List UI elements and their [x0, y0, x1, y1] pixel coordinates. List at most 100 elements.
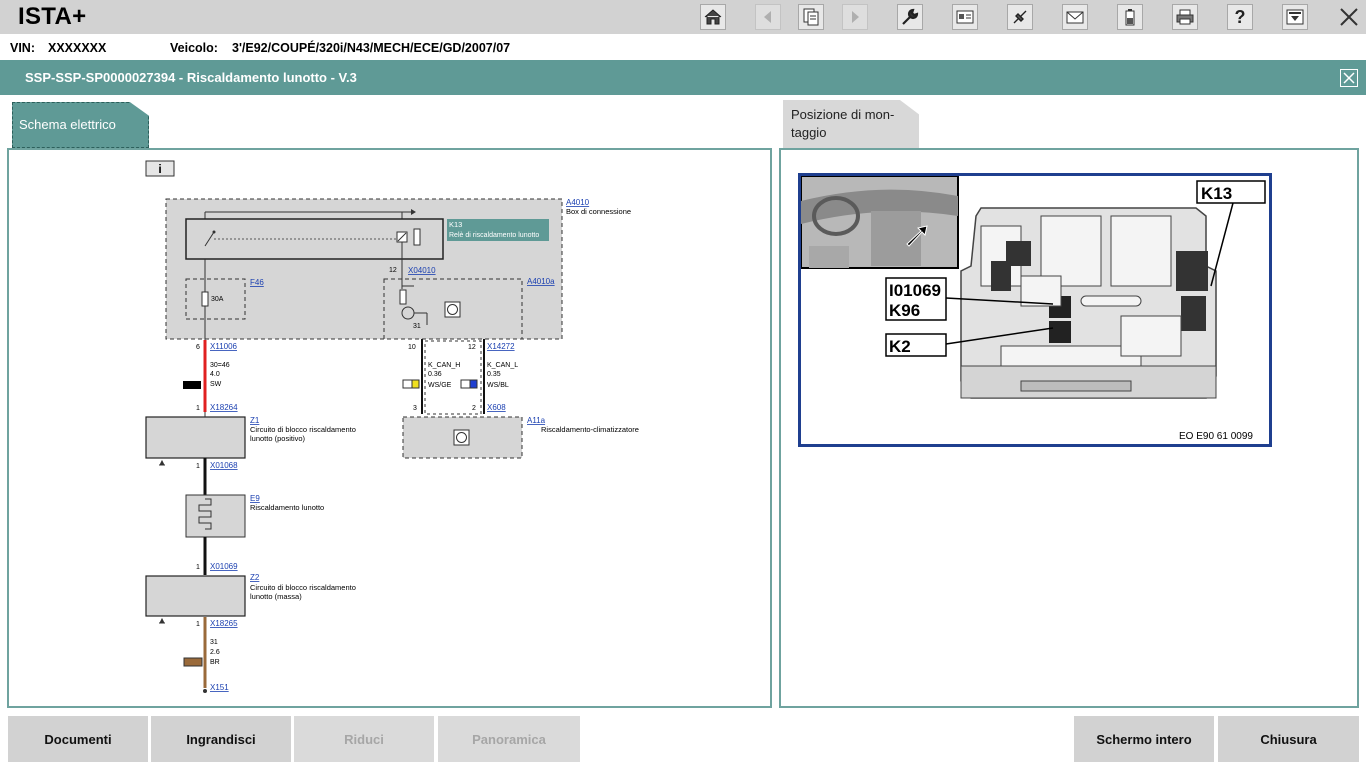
label-k13: K13 [1201, 184, 1232, 203]
close-document-button[interactable] [1340, 69, 1358, 87]
wiring-diagram: i A4010 Box di connessione K13 Relè di r… [145, 160, 639, 693]
e9-id-link[interactable]: E9 [250, 494, 260, 503]
info-button[interactable]: i [145, 160, 175, 177]
documents-button[interactable] [798, 4, 824, 30]
module-id-link[interactable]: A4010a [527, 277, 555, 286]
fuse-value: 30A [211, 296, 224, 303]
label-k2: K2 [889, 337, 911, 356]
forward-button[interactable] [842, 4, 868, 30]
messages-button[interactable] [1062, 4, 1088, 30]
help-icon: ? [1235, 7, 1246, 27]
download-icon [1286, 9, 1304, 25]
z1-line2: lunotto (positivo) [250, 434, 306, 443]
tab-installation-position-label: Posizione di mon-taggio [791, 107, 895, 140]
pin-6: 6 [196, 344, 200, 351]
can-l-color: WS/BL [487, 382, 509, 389]
wire-color-black [183, 381, 201, 389]
info-icon: i [158, 162, 161, 176]
zoom-out-button[interactable]: Riduci [294, 716, 434, 762]
wire1-line2: 4.0 [210, 371, 220, 378]
label-k96: K96 [889, 301, 920, 320]
fullscreen-button[interactable]: Schermo intero [1074, 716, 1214, 762]
z2-id-link[interactable]: Z2 [250, 573, 260, 582]
id-card-icon [956, 10, 974, 24]
print-button[interactable] [1172, 4, 1198, 30]
wire2-line3: BR [210, 659, 220, 666]
z1-box [145, 416, 246, 459]
connector-icon [1013, 10, 1027, 24]
can-h-color: WS/GE [428, 382, 452, 389]
climate-id-link[interactable]: A11a [527, 416, 546, 425]
ecu-icon [453, 429, 470, 446]
close-icon [1343, 72, 1355, 84]
service-button[interactable] [897, 4, 923, 30]
pin-12-top: 12 [389, 267, 397, 274]
documents-button[interactable]: Documenti [8, 716, 148, 762]
can-l-size: 0.35 [487, 371, 501, 378]
relay-name: Relè di riscaldamento lunotto [449, 232, 539, 239]
wire1-line1: 30=46 [210, 362, 230, 369]
z1-id-link[interactable]: Z1 [250, 416, 260, 425]
overview-button[interactable]: Panoramica [438, 716, 580, 762]
help-symbol: ? [1235, 7, 1246, 27]
can-l: K_CAN_L [487, 362, 518, 369]
tab-installation-position[interactable]: Posizione di mon-taggio [783, 100, 919, 148]
conn-x18265-link[interactable]: X18265 [210, 619, 238, 628]
battery-icon [1125, 9, 1135, 26]
pin-1-c: 1 [196, 564, 200, 571]
wire2-line2: 2.6 [210, 649, 220, 656]
can-h-size: 0.36 [428, 371, 442, 378]
close-app-button[interactable] [1336, 4, 1362, 30]
help-button[interactable]: ? [1227, 4, 1253, 30]
pin-1-b: 1 [196, 463, 200, 470]
conn-x14272-link[interactable]: X14272 [487, 342, 515, 351]
z1-line1: Circuito di blocco riscaldamento [250, 425, 356, 434]
wire1-line3: SW [210, 381, 222, 388]
battery-button[interactable] [1117, 4, 1143, 30]
wire2-line1: 31 [210, 639, 218, 646]
pin-2: 2 [472, 405, 476, 412]
conn-x18264-link[interactable]: X18264 [210, 403, 238, 412]
mail-icon [1066, 11, 1084, 24]
conn-x04010-link[interactable]: X04010 [408, 266, 436, 275]
ecu-icon [444, 301, 461, 318]
pin-12-b: 12 [468, 344, 476, 351]
conn-x01069-link[interactable]: X01069 [210, 562, 238, 571]
pin-31: 31 [413, 323, 421, 330]
z2-line1: Circuito di blocco riscaldamento [250, 583, 356, 592]
pin-3: 3 [413, 405, 417, 412]
rear-window-heater-box [185, 494, 246, 538]
can-h: K_CAN_H [428, 362, 460, 369]
z2-line2: lunotto (massa) [250, 592, 302, 601]
installation-position-image: K13 I01069 K96 K2 EO E90 61 0099 [800, 175, 1266, 442]
wire-color-brown [183, 657, 203, 667]
printer-icon [1176, 9, 1194, 25]
conn-x608-link[interactable]: X608 [487, 403, 506, 412]
box-id-link[interactable]: A4010 [566, 198, 590, 207]
close-icon [1340, 8, 1358, 26]
pin-1-a: 1 [196, 405, 200, 412]
connection-button[interactable] [1007, 4, 1033, 30]
fuse-box-drawing [960, 207, 1217, 399]
wrench-icon [902, 8, 919, 25]
relay-id[interactable]: K13 [449, 220, 462, 229]
zoom-in-button[interactable]: Ingrandisci [151, 716, 291, 762]
close-button[interactable]: Chiusura [1218, 716, 1359, 762]
label-i01069: I01069 [889, 281, 941, 300]
conn-x01068-link[interactable]: X01068 [210, 461, 238, 470]
figure-caption: EO E90 61 0099 [1179, 431, 1253, 442]
installation-position-figure: K13 I01069 K96 K2 EO E90 61 0099 [798, 173, 1272, 447]
vehicle-id-button[interactable] [952, 4, 978, 30]
download-button[interactable] [1282, 4, 1308, 30]
box-name: Box di connessione [566, 207, 631, 216]
fuse-id-link[interactable]: F46 [250, 278, 264, 287]
conn-x151-link[interactable]: X151 [210, 683, 229, 692]
forward-icon [852, 11, 859, 23]
pin-1-d: 1 [196, 621, 200, 628]
e9-name: Riscaldamento lunotto [250, 503, 324, 512]
documents-icon [803, 8, 819, 26]
conn-x11006-link[interactable]: X11006 [210, 342, 238, 351]
climate-name: Riscaldamento-climatizzatore [541, 425, 639, 434]
pin-10: 10 [408, 344, 416, 351]
z2-box [145, 575, 246, 617]
